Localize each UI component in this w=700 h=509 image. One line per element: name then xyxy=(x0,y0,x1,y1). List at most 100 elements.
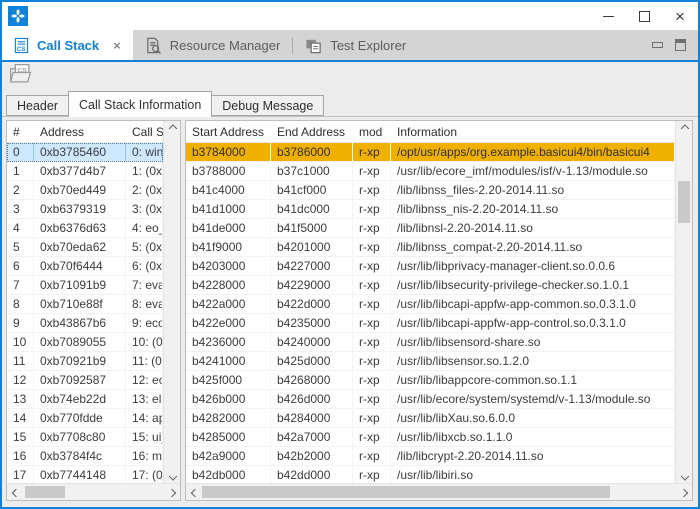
table-row[interactable]: b42db000b42dd000r-xp/usr/lib/libiri.so xyxy=(186,466,675,483)
table-row[interactable]: b41f9000b4201000r-xp/lib/libnss_compat-2… xyxy=(186,238,675,257)
column-header[interactable]: # xyxy=(7,121,34,142)
table-row[interactable]: 20xb70ed4492: (0xb xyxy=(7,181,163,200)
horizontal-scrollbar-thumb[interactable] xyxy=(25,486,65,498)
tab-close-icon[interactable]: × xyxy=(113,39,121,52)
table-row[interactable]: 150xb7708c8015: ui_ xyxy=(7,428,163,447)
table-row[interactable]: 120xb709258712: ec xyxy=(7,371,163,390)
table-row[interactable]: 160xb3784f4c16: ma xyxy=(7,447,163,466)
table-cell: 0xb710e88f xyxy=(34,295,126,313)
table-cell: /usr/lib/libcapi-appfw-app-common.so.0.3… xyxy=(391,295,675,313)
table-cell: 2 xyxy=(7,181,34,199)
restore-view-icon[interactable] xyxy=(675,39,686,51)
table-cell: 0xb70eda62 xyxy=(34,238,126,256)
table-row[interactable]: b422a000b422d000r-xp/usr/lib/libcapi-app… xyxy=(186,295,675,314)
toolbar: CS xyxy=(2,62,698,90)
table-cell: 17: (0x xyxy=(126,466,163,483)
cs-folder-icon[interactable]: CS xyxy=(8,63,33,89)
table-row[interactable]: b422e000b4235000r-xp/usr/lib/libcapi-app… xyxy=(186,314,675,333)
table-row[interactable]: b4228000b4229000r-xp/usr/lib/libsecurity… xyxy=(186,276,675,295)
table-row[interactable]: b4236000b4240000r-xp/usr/lib/libsensord-… xyxy=(186,333,675,352)
table-row[interactable]: 30xb63793193: (0xb xyxy=(7,200,163,219)
column-header[interactable]: Address xyxy=(34,121,126,142)
table-cell: r-xp xyxy=(353,409,391,427)
tab-debug-message[interactable]: Debug Message xyxy=(211,95,324,116)
column-header[interactable]: Call Stack xyxy=(126,121,163,142)
table-cell: b4282000 xyxy=(186,409,271,427)
table-row[interactable]: 50xb70eda625: (0xb xyxy=(7,238,163,257)
tab-call-stack-information[interactable]: Call Stack Information xyxy=(68,91,212,117)
table-row[interactable]: b3784000b3786000r-xp/opt/usr/apps/org.ex… xyxy=(186,143,675,162)
table-row[interactable]: b4282000b4284000r-xp/usr/lib/libXau.so.6… xyxy=(186,409,675,428)
column-header[interactable]: Information xyxy=(391,121,675,142)
table-cell: 9: eco xyxy=(126,314,163,332)
table-cell: b41c4000 xyxy=(186,181,271,199)
table-row[interactable]: 100xb708905510: (0x xyxy=(7,333,163,352)
table-cell: r-xp xyxy=(353,143,391,161)
scroll-down-button[interactable] xyxy=(676,466,693,483)
table-row[interactable]: 130xb74eb22d13: elm xyxy=(7,390,163,409)
table-row[interactable]: 80xb710e88f8: evas xyxy=(7,295,163,314)
scroll-left-button[interactable] xyxy=(186,484,203,501)
test-explorer-icon xyxy=(305,37,322,54)
table-cell: r-xp xyxy=(353,200,391,218)
window-minimize-button[interactable] xyxy=(590,2,626,30)
tab-header[interactable]: Header xyxy=(6,95,69,116)
table-cell: 8 xyxy=(7,295,34,313)
scroll-right-button[interactable] xyxy=(163,484,180,501)
table-cell: /opt/usr/apps/org.example.basicui4/bin/b… xyxy=(391,143,675,161)
table-row[interactable]: b425f000b4268000r-xp/usr/lib/libappcore-… xyxy=(186,371,675,390)
table-row[interactable]: b41c4000b41cf000r-xp/lib/libnss_files-2.… xyxy=(186,181,675,200)
table-row[interactable]: b426b000b426d000r-xp/usr/lib/ecore/syste… xyxy=(186,390,675,409)
table-row[interactable]: b4203000b4227000r-xp/usr/lib/libprivacy-… xyxy=(186,257,675,276)
table-row[interactable]: 00xb37854600: win xyxy=(7,143,163,162)
table-row[interactable]: 70xb71091b97: evas xyxy=(7,276,163,295)
horizontal-scrollbar[interactable] xyxy=(7,483,180,500)
tab-resource-manager[interactable]: Resource Manager xyxy=(133,30,293,60)
chevron-left-icon xyxy=(190,488,198,496)
scroll-up-button[interactable] xyxy=(676,121,693,138)
window-maximize-button[interactable] xyxy=(626,2,662,30)
table-cell: 6 xyxy=(7,257,34,275)
table-row[interactable]: b42a9000b42b2000r-xp/lib/libcrypt-2.20-2… xyxy=(186,447,675,466)
horizontal-scrollbar[interactable] xyxy=(186,483,692,500)
table-row[interactable]: b41de000b41f5000r-xp/lib/libnsl-2.20-201… xyxy=(186,219,675,238)
table-row[interactable]: b3788000b37c1000r-xp/usr/lib/ecore_imf/m… xyxy=(186,162,675,181)
column-header[interactable]: Start Address xyxy=(186,121,271,142)
table-row[interactable]: 140xb770fdde14: ap xyxy=(7,409,163,428)
table-row[interactable]: 10xb377d4b71: (0xb xyxy=(7,162,163,181)
tab-page-content: #AddressCall Stack 00xb37854600: win10xb… xyxy=(2,116,698,507)
horizontal-scrollbar-thumb[interactable] xyxy=(202,486,610,498)
column-header[interactable]: End Address xyxy=(271,121,353,142)
table-row[interactable]: 170xb774414817: (0x xyxy=(7,466,163,483)
chevron-right-icon xyxy=(167,488,175,496)
svg-text:CS: CS xyxy=(17,46,25,53)
table-cell: r-xp xyxy=(353,428,391,446)
table-row[interactable]: 90xb43867b69: eco xyxy=(7,314,163,333)
scroll-right-button[interactable] xyxy=(675,484,692,501)
table-cell: 14: ap xyxy=(126,409,163,427)
table-row[interactable]: 60xb70f64446: (0xb xyxy=(7,257,163,276)
table-row[interactable]: b4285000b42a7000r-xp/usr/lib/libxcb.so.1… xyxy=(186,428,675,447)
table-row[interactable]: 40xb6376d634: eo_ xyxy=(7,219,163,238)
table-cell: 3 xyxy=(7,200,34,218)
table-cell: b422a000 xyxy=(186,295,271,313)
scroll-left-button[interactable] xyxy=(7,484,24,501)
table-row[interactable]: 110xb70921b911: (0x xyxy=(7,352,163,371)
window-close-button[interactable]: × xyxy=(662,2,698,30)
vertical-scrollbar[interactable] xyxy=(163,121,180,483)
table-cell: b3786000 xyxy=(271,143,353,161)
tab-call-stack[interactable]: CS Call Stack × xyxy=(2,30,133,60)
table-cell: 0xb6376d63 xyxy=(34,219,126,237)
table-cell: r-xp xyxy=(353,314,391,332)
vertical-scrollbar[interactable] xyxy=(675,121,692,483)
table-cell: 0xb7089055 xyxy=(34,333,126,351)
column-header[interactable]: mod xyxy=(353,121,391,142)
tab-test-explorer[interactable]: Test Explorer xyxy=(293,30,418,60)
table-row[interactable]: b41d1000b41dc000r-xp/lib/libnss_nis-2.20… xyxy=(186,200,675,219)
table-row[interactable]: b4241000b425d000r-xp/usr/lib/libsensor.s… xyxy=(186,352,675,371)
scroll-up-button[interactable] xyxy=(164,121,181,138)
vertical-scrollbar-thumb[interactable] xyxy=(678,181,690,223)
scroll-down-button[interactable] xyxy=(164,466,181,483)
chevron-down-icon xyxy=(680,472,688,480)
minimize-view-icon[interactable] xyxy=(652,42,663,48)
